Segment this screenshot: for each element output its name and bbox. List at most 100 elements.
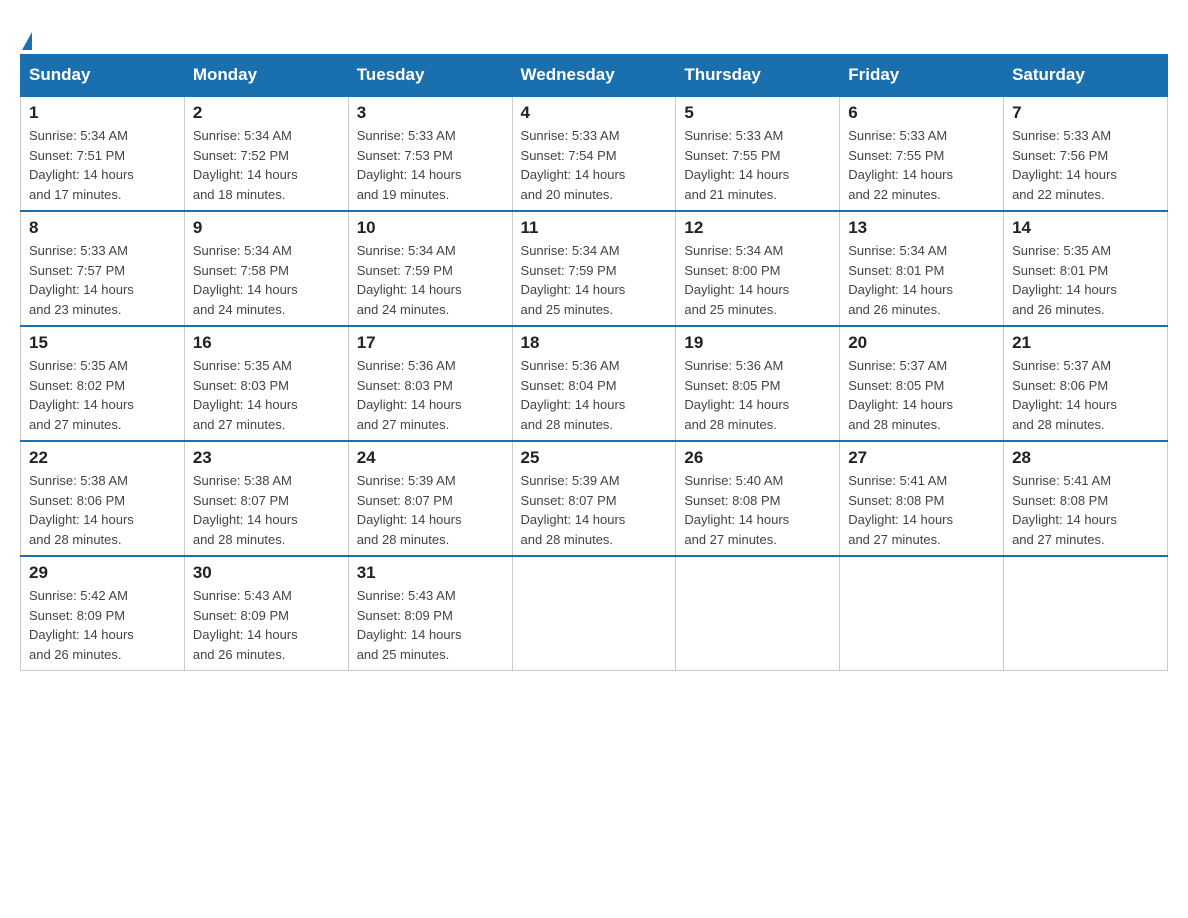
calendar-header-saturday: Saturday xyxy=(1004,55,1168,97)
day-info: Sunrise: 5:40 AMSunset: 8:08 PMDaylight:… xyxy=(684,471,831,549)
calendar-cell: 3 Sunrise: 5:33 AMSunset: 7:53 PMDaylight… xyxy=(348,96,512,211)
day-info: Sunrise: 5:38 AMSunset: 8:06 PMDaylight:… xyxy=(29,471,176,549)
calendar-header-friday: Friday xyxy=(840,55,1004,97)
day-number: 23 xyxy=(193,448,340,468)
calendar-cell: 17Sunrise: 5:36 AMSunset: 8:03 PMDayligh… xyxy=(348,326,512,441)
calendar-header-row: SundayMondayTuesdayWednesdayThursdayFrid… xyxy=(21,55,1168,97)
day-number: 27 xyxy=(848,448,995,468)
page-header xyxy=(20,20,1168,44)
day-number: 2 xyxy=(193,103,340,123)
day-number: 7 xyxy=(1012,103,1159,123)
calendar-cell: 29 Sunrise: 5:42 AMSunset: 8:09 PMDayligh… xyxy=(21,556,185,671)
calendar-cell: 16 Sunrise: 5:35 AMSunset: 8:03 PMDayligh… xyxy=(184,326,348,441)
day-info: Sunrise: 5:43 AMSunset: 8:09 PMDaylight:… xyxy=(193,586,340,664)
calendar-header-wednesday: Wednesday xyxy=(512,55,676,97)
logo xyxy=(20,20,32,44)
day-info: Sunrise: 5:35 AMSunset: 8:01 PMDaylight:… xyxy=(1012,241,1159,319)
day-info: Sunrise: 5:38 AMSunset: 8:07 PMDaylight:… xyxy=(193,471,340,549)
day-number: 13 xyxy=(848,218,995,238)
calendar-cell: 10 Sunrise: 5:34 AMSunset: 7:59 PMDayligh… xyxy=(348,211,512,326)
day-info: Sunrise: 5:33 AMSunset: 7:54 PMDaylight:… xyxy=(521,126,668,204)
calendar-cell xyxy=(1004,556,1168,671)
day-info: Sunrise: 5:34 AMSunset: 7:58 PMDaylight:… xyxy=(193,241,340,319)
day-number: 10 xyxy=(357,218,504,238)
day-info: Sunrise: 5:42 AMSunset: 8:09 PMDaylight:… xyxy=(29,586,176,664)
day-number: 18 xyxy=(521,333,668,353)
calendar-cell: 9 Sunrise: 5:34 AMSunset: 7:58 PMDaylight… xyxy=(184,211,348,326)
calendar-cell: 1 Sunrise: 5:34 AMSunset: 7:51 PMDaylight… xyxy=(21,96,185,211)
day-number: 21 xyxy=(1012,333,1159,353)
day-number: 20 xyxy=(848,333,995,353)
day-number: 25 xyxy=(521,448,668,468)
day-info: Sunrise: 5:34 AMSunset: 7:52 PMDaylight:… xyxy=(193,126,340,204)
day-info: Sunrise: 5:43 AMSunset: 8:09 PMDaylight:… xyxy=(357,586,504,664)
calendar-cell: 18 Sunrise: 5:36 AMSunset: 8:04 PMDayligh… xyxy=(512,326,676,441)
day-info: Sunrise: 5:34 AMSunset: 8:00 PMDaylight:… xyxy=(684,241,831,319)
calendar-cell: 11Sunrise: 5:34 AMSunset: 7:59 PMDayligh… xyxy=(512,211,676,326)
day-info: Sunrise: 5:36 AMSunset: 8:04 PMDaylight:… xyxy=(521,356,668,434)
calendar-cell: 14 Sunrise: 5:35 AMSunset: 8:01 PMDayligh… xyxy=(1004,211,1168,326)
calendar-cell: 21Sunrise: 5:37 AMSunset: 8:06 PMDayligh… xyxy=(1004,326,1168,441)
calendar-header-monday: Monday xyxy=(184,55,348,97)
calendar-cell: 20 Sunrise: 5:37 AMSunset: 8:05 PMDayligh… xyxy=(840,326,1004,441)
day-info: Sunrise: 5:41 AMSunset: 8:08 PMDaylight:… xyxy=(1012,471,1159,549)
calendar-week-row: 1 Sunrise: 5:34 AMSunset: 7:51 PMDaylight… xyxy=(21,96,1168,211)
day-number: 31 xyxy=(357,563,504,583)
calendar-header-tuesday: Tuesday xyxy=(348,55,512,97)
calendar-week-row: 29 Sunrise: 5:42 AMSunset: 8:09 PMDayligh… xyxy=(21,556,1168,671)
day-number: 15 xyxy=(29,333,176,353)
calendar-cell: 28 Sunrise: 5:41 AMSunset: 8:08 PMDayligh… xyxy=(1004,441,1168,556)
day-info: Sunrise: 5:33 AMSunset: 7:55 PMDaylight:… xyxy=(684,126,831,204)
day-info: Sunrise: 5:39 AMSunset: 8:07 PMDaylight:… xyxy=(357,471,504,549)
day-info: Sunrise: 5:34 AMSunset: 7:59 PMDaylight:… xyxy=(357,241,504,319)
day-number: 22 xyxy=(29,448,176,468)
calendar-cell: 7 Sunrise: 5:33 AMSunset: 7:56 PMDaylight… xyxy=(1004,96,1168,211)
calendar-cell: 25Sunrise: 5:39 AMSunset: 8:07 PMDayligh… xyxy=(512,441,676,556)
calendar-cell: 5 Sunrise: 5:33 AMSunset: 7:55 PMDaylight… xyxy=(676,96,840,211)
calendar-cell xyxy=(512,556,676,671)
day-number: 4 xyxy=(521,103,668,123)
day-info: Sunrise: 5:33 AMSunset: 7:53 PMDaylight:… xyxy=(357,126,504,204)
day-number: 24 xyxy=(357,448,504,468)
day-info: Sunrise: 5:33 AMSunset: 7:55 PMDaylight:… xyxy=(848,126,995,204)
day-info: Sunrise: 5:34 AMSunset: 8:01 PMDaylight:… xyxy=(848,241,995,319)
calendar-cell xyxy=(676,556,840,671)
calendar-cell: 31 Sunrise: 5:43 AMSunset: 8:09 PMDayligh… xyxy=(348,556,512,671)
calendar-table: SundayMondayTuesdayWednesdayThursdayFrid… xyxy=(20,54,1168,671)
day-number: 30 xyxy=(193,563,340,583)
calendar-cell: 8Sunrise: 5:33 AMSunset: 7:57 PMDaylight… xyxy=(21,211,185,326)
day-info: Sunrise: 5:34 AMSunset: 7:59 PMDaylight:… xyxy=(521,241,668,319)
day-number: 29 xyxy=(29,563,176,583)
day-number: 14 xyxy=(1012,218,1159,238)
day-number: 9 xyxy=(193,218,340,238)
calendar-cell: 15 Sunrise: 5:35 AMSunset: 8:02 PMDayligh… xyxy=(21,326,185,441)
day-number: 16 xyxy=(193,333,340,353)
day-number: 26 xyxy=(684,448,831,468)
calendar-cell: 2 Sunrise: 5:34 AMSunset: 7:52 PMDaylight… xyxy=(184,96,348,211)
calendar-cell xyxy=(840,556,1004,671)
logo-general-line xyxy=(20,20,32,52)
calendar-cell: 27Sunrise: 5:41 AMSunset: 8:08 PMDayligh… xyxy=(840,441,1004,556)
day-info: Sunrise: 5:33 AMSunset: 7:57 PMDaylight:… xyxy=(29,241,176,319)
calendar-header-thursday: Thursday xyxy=(676,55,840,97)
day-info: Sunrise: 5:34 AMSunset: 7:51 PMDaylight:… xyxy=(29,126,176,204)
day-number: 19 xyxy=(684,333,831,353)
logo-triangle-icon xyxy=(22,32,32,50)
calendar-week-row: 22 Sunrise: 5:38 AMSunset: 8:06 PMDayligh… xyxy=(21,441,1168,556)
calendar-cell: 24 Sunrise: 5:39 AMSunset: 8:07 PMDayligh… xyxy=(348,441,512,556)
day-number: 17 xyxy=(357,333,504,353)
day-info: Sunrise: 5:35 AMSunset: 8:02 PMDaylight:… xyxy=(29,356,176,434)
day-info: Sunrise: 5:35 AMSunset: 8:03 PMDaylight:… xyxy=(193,356,340,434)
day-number: 28 xyxy=(1012,448,1159,468)
day-number: 5 xyxy=(684,103,831,123)
day-number: 1 xyxy=(29,103,176,123)
calendar-week-row: 15 Sunrise: 5:35 AMSunset: 8:02 PMDayligh… xyxy=(21,326,1168,441)
day-info: Sunrise: 5:36 AMSunset: 8:05 PMDaylight:… xyxy=(684,356,831,434)
day-number: 3 xyxy=(357,103,504,123)
calendar-week-row: 8Sunrise: 5:33 AMSunset: 7:57 PMDaylight… xyxy=(21,211,1168,326)
calendar-header-sunday: Sunday xyxy=(21,55,185,97)
calendar-cell: 30 Sunrise: 5:43 AMSunset: 8:09 PMDayligh… xyxy=(184,556,348,671)
calendar-cell: 26 Sunrise: 5:40 AMSunset: 8:08 PMDayligh… xyxy=(676,441,840,556)
day-info: Sunrise: 5:37 AMSunset: 8:05 PMDaylight:… xyxy=(848,356,995,434)
day-info: Sunrise: 5:33 AMSunset: 7:56 PMDaylight:… xyxy=(1012,126,1159,204)
